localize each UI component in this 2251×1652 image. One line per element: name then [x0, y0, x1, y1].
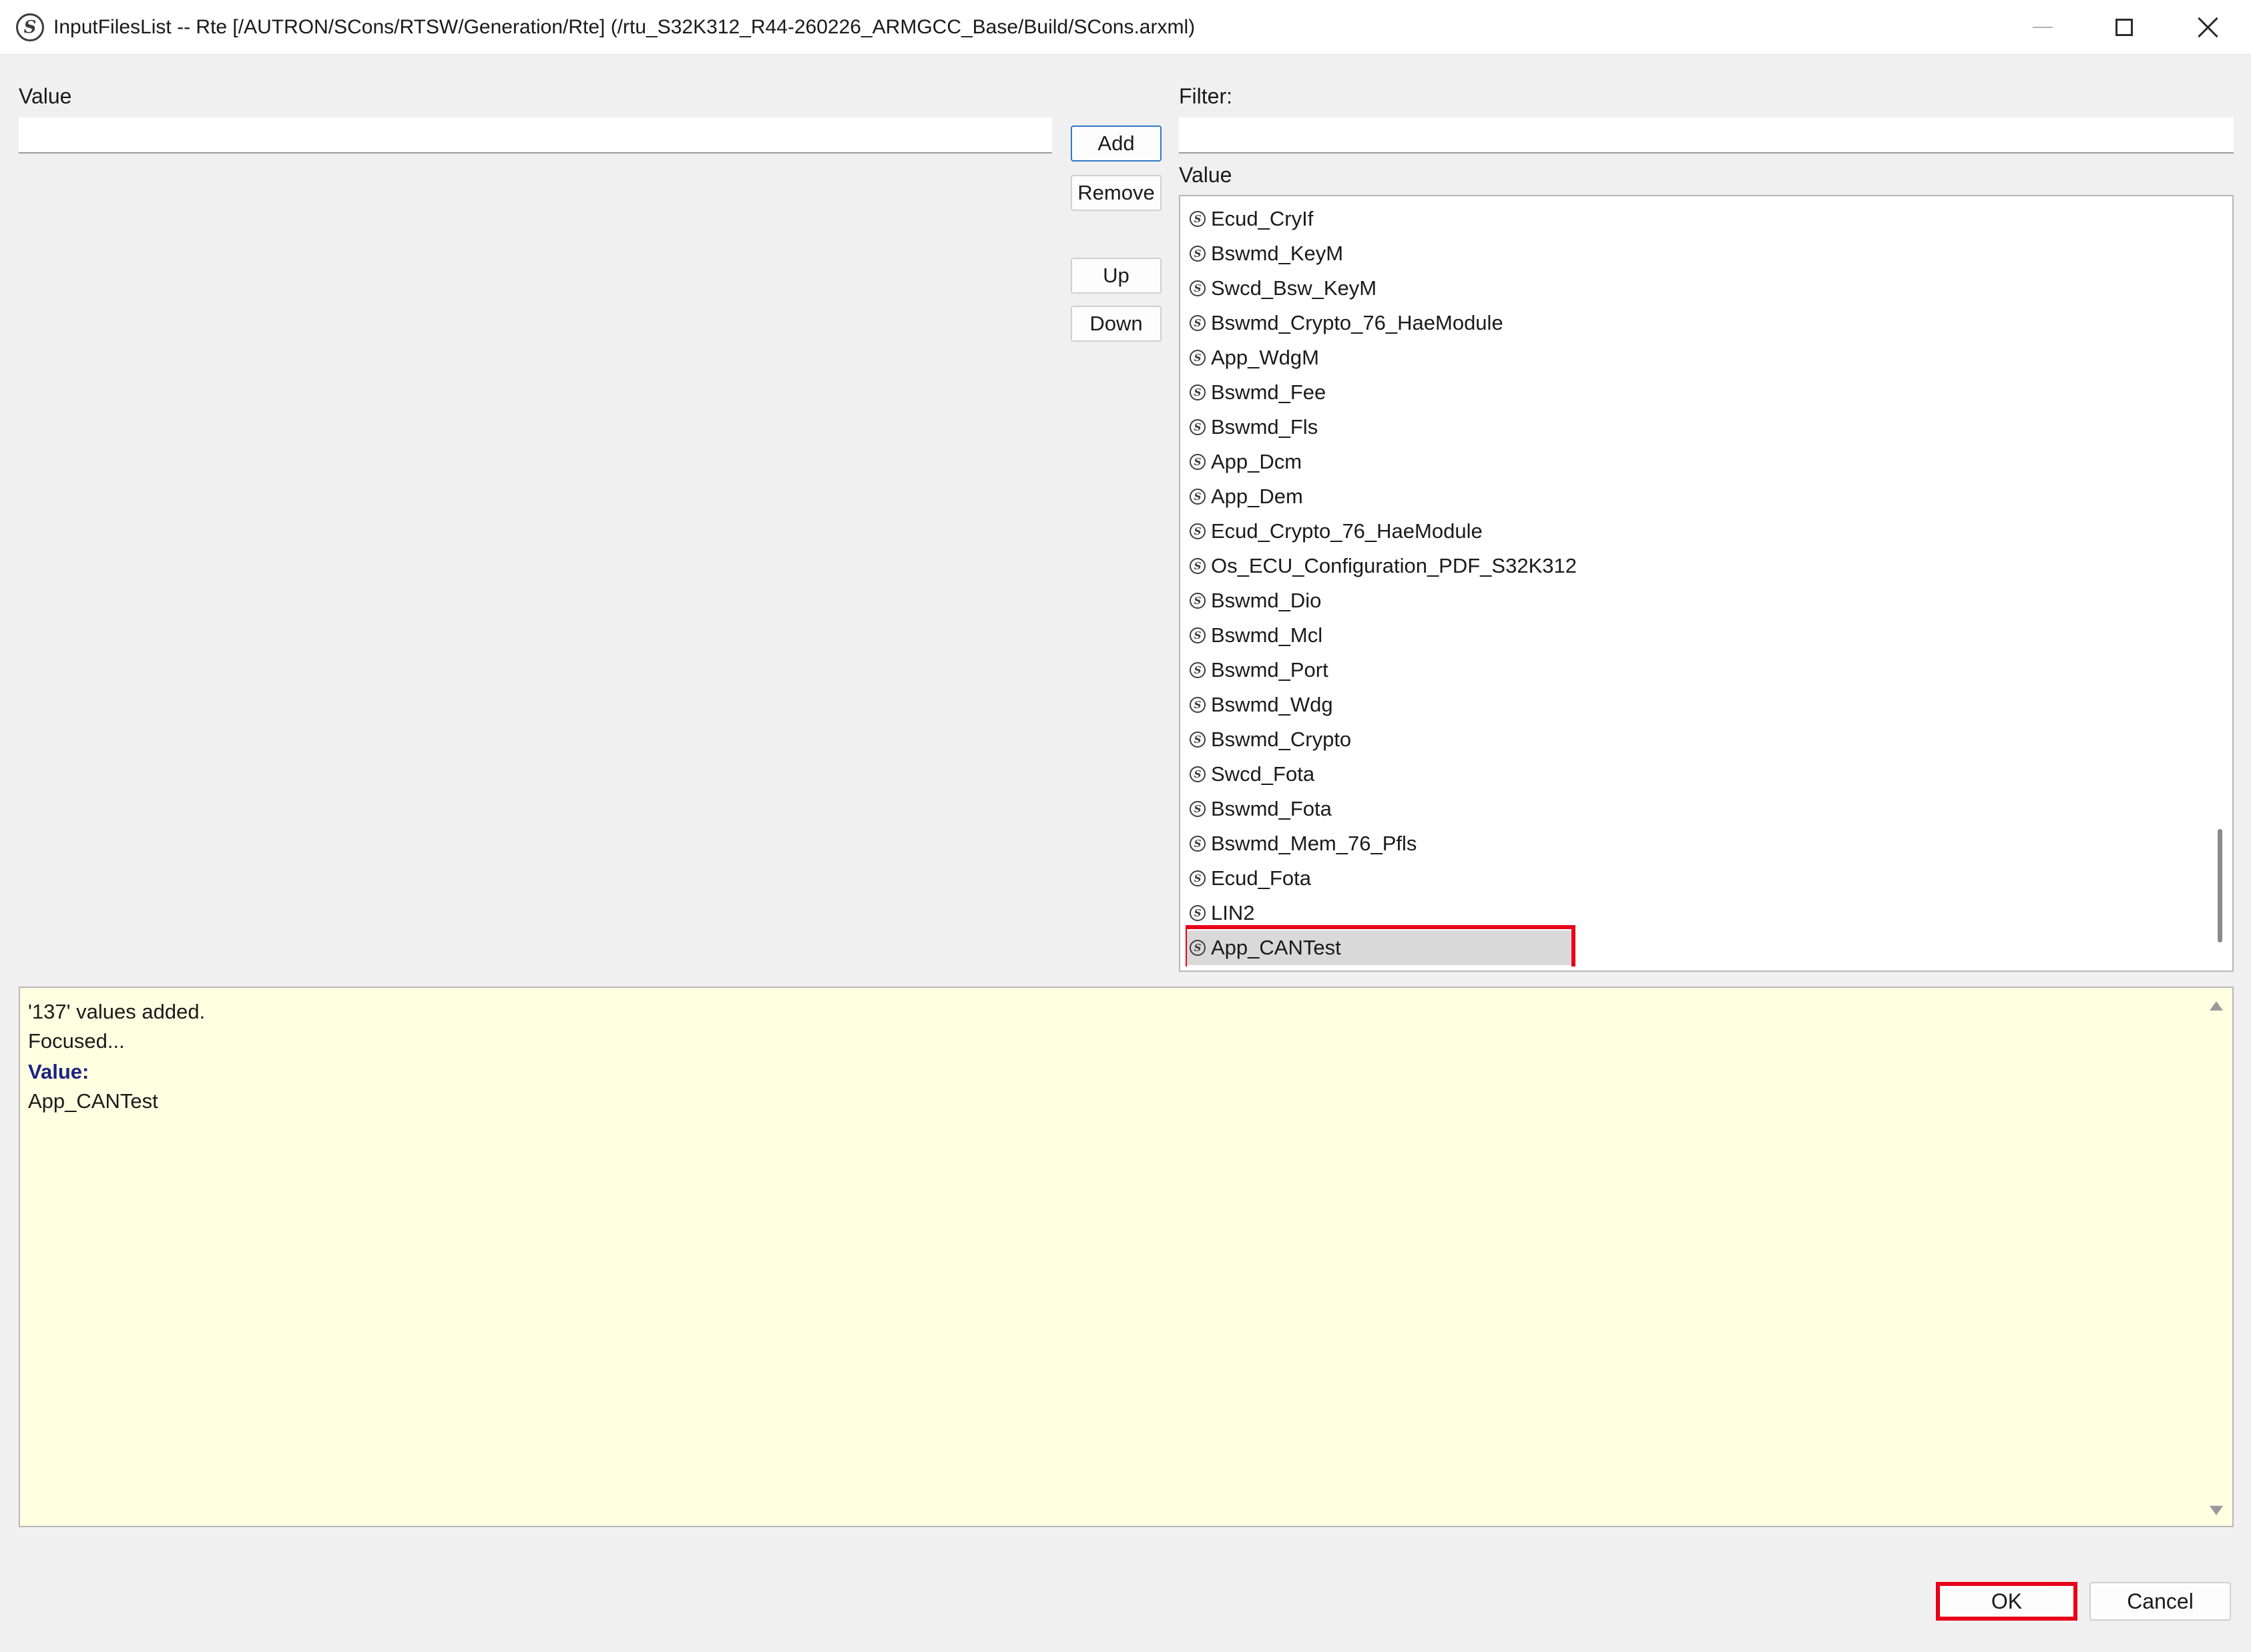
list-item[interactable]: S Os_ECU_Configuration_PDF_S32K312 — [1186, 549, 2180, 583]
list-item-label: Bswmd_Crypto_76_HaeModule — [1211, 311, 1503, 334]
module-icon: S — [1190, 870, 1206, 886]
list-item[interactable]: S Bswmd_Fls — [1186, 410, 2180, 445]
list-item[interactable]: S Bswmd_Port — [1186, 653, 2180, 687]
cancel-button[interactable]: Cancel — [2089, 1582, 2231, 1621]
list-header: Value — [1179, 163, 1232, 187]
value-list[interactable]: S Ecud_CryIf S Bswmd_KeyM S Swcd_Bsw_KeyM S Bsw… — [1179, 195, 2234, 972]
app-icon: S — [16, 13, 44, 41]
module-icon: S — [1190, 836, 1206, 852]
list-scrollbar[interactable] — [2212, 202, 2227, 967]
list-item[interactable]: S Bswmd_Mcl — [1186, 618, 2180, 653]
module-icon: S — [1190, 558, 1206, 574]
module-icon: S — [1190, 280, 1206, 296]
list-item-label: Bswmd_KeyM — [1211, 242, 1344, 265]
module-icon: S — [1190, 662, 1206, 678]
scroll-up-icon[interactable] — [2210, 1001, 2223, 1011]
info-pane: '137' values added. Focused... Value: Ap… — [19, 987, 2234, 1527]
filter-input[interactable] — [1179, 117, 2234, 154]
list-item[interactable]: S Ecud_Crypto_76_HaeModule — [1186, 514, 2180, 549]
info-values-added: '137' values added. — [28, 1000, 206, 1023]
module-icon: S — [1190, 211, 1206, 227]
list-item[interactable]: S Bswmd_Crypto_76_HaeModule — [1186, 306, 2180, 340]
module-icon: S — [1190, 801, 1206, 817]
list-item-label: Bswmd_Mem_76_Pfls — [1211, 832, 1417, 855]
list-item-label: Bswmd_Fls — [1211, 415, 1318, 439]
list-item-label: App_WdgM — [1211, 346, 1319, 369]
info-scrollbar[interactable] — [2207, 995, 2226, 1522]
list-item[interactable]: S Bswmd_Fee — [1186, 375, 2180, 410]
minimize-icon — [2033, 27, 2053, 28]
list-scrollbar-thumb[interactable] — [2218, 829, 2222, 942]
module-icon: S — [1190, 732, 1206, 748]
list-item-label: Bswmd_Dio — [1211, 589, 1322, 612]
close-button[interactable] — [2166, 0, 2251, 55]
add-button[interactable]: Add — [1071, 125, 1162, 162]
maximize-button[interactable] — [2081, 0, 2167, 55]
module-icon: S — [1190, 593, 1206, 609]
list-item[interactable]: S Ecud_CryIf — [1186, 202, 2180, 236]
list-item[interactable]: S Ecud_Fota — [1186, 861, 2180, 896]
maximize-icon — [2115, 19, 2133, 36]
module-icon: S — [1190, 697, 1206, 713]
list-item-label: Os_ECU_Configuration_PDF_S32K312 — [1211, 554, 1577, 577]
list-item[interactable]: S App_Dcm — [1186, 445, 2180, 479]
minimize-button[interactable] — [2000, 0, 2085, 55]
list-item[interactable]: S Bswmd_Mem_76_Pfls — [1186, 826, 2180, 861]
module-icon: S — [1190, 905, 1206, 921]
ok-button[interactable]: OK — [1936, 1582, 2077, 1621]
up-button[interactable]: Up — [1071, 258, 1162, 294]
module-icon: S — [1190, 246, 1206, 262]
close-icon — [2198, 17, 2219, 38]
list-item-label: Bswmd_Wdg — [1211, 693, 1333, 716]
window-title: InputFilesList -- Rte [/AUTRON/SCons/RTS… — [53, 16, 1196, 38]
scroll-down-icon[interactable] — [2210, 1506, 2223, 1515]
list-item[interactable]: S Swcd_Bsw_KeyM — [1186, 271, 2180, 306]
filter-label: Filter: — [1179, 84, 1232, 108]
list-item-label: Bswmd_Fota — [1211, 797, 1332, 820]
list-item[interactable]: S Bswmd_Dio — [1186, 583, 2180, 618]
list-item-label: Bswmd_Fee — [1211, 380, 1326, 404]
list-item-label: App_CANTest — [1211, 936, 1341, 959]
info-value-text: App_CANTest — [28, 1089, 158, 1113]
list-item-label: App_Dem — [1211, 485, 1303, 508]
list-item-label: LIN2 — [1211, 901, 1255, 924]
value-label: Value — [19, 84, 72, 108]
list-item[interactable]: S LIN2 — [1186, 896, 2180, 930]
module-icon: S — [1190, 766, 1206, 782]
list-item[interactable]: S App_CANTest — [1186, 925, 1575, 967]
list-item-label: Bswmd_Crypto — [1211, 728, 1352, 751]
module-icon: S — [1190, 454, 1206, 470]
list-item[interactable]: S Swcd_Fota — [1186, 757, 2180, 792]
list-item[interactable]: S App_Dem — [1186, 479, 2180, 514]
module-icon: S — [1190, 940, 1206, 956]
list-item-label: Swcd_Fota — [1211, 762, 1315, 786]
list-item[interactable]: S Bswmd_Fota — [1186, 792, 2180, 826]
down-button[interactable]: Down — [1071, 306, 1162, 342]
info-focused: Focused... — [28, 1029, 125, 1053]
list-item[interactable]: S Bswmd_Crypto — [1186, 722, 2180, 757]
list-item-label: App_Dcm — [1211, 450, 1302, 473]
list-item[interactable]: S Bswmd_Wdg — [1186, 687, 2180, 722]
value-input[interactable] — [19, 117, 1052, 154]
list-item-label: Ecud_Crypto_76_HaeModule — [1211, 519, 1483, 543]
value-list-items: S Ecud_CryIf S Bswmd_KeyM S Swcd_Bsw_KeyM S Bsw… — [1186, 202, 2180, 967]
list-item[interactable]: S Bswmd_KeyM — [1186, 236, 2180, 271]
module-icon: S — [1190, 419, 1206, 435]
list-item-label: Ecud_Fota — [1211, 866, 1311, 890]
remove-button[interactable]: Remove — [1071, 175, 1162, 211]
module-icon: S — [1190, 523, 1206, 539]
info-value-heading: Value: — [28, 1060, 89, 1083]
module-icon: S — [1190, 627, 1206, 643]
list-item-label: Bswmd_Port — [1211, 658, 1328, 681]
module-icon: S — [1190, 489, 1206, 505]
list-item-label: Swcd_Bsw_KeyM — [1211, 276, 1377, 300]
module-icon: S — [1190, 315, 1206, 331]
list-item[interactable]: S App_WdgM — [1186, 340, 2180, 375]
module-icon: S — [1190, 350, 1206, 366]
module-icon: S — [1190, 384, 1206, 400]
title-bar: S InputFilesList -- Rte [/AUTRON/SCons/R… — [0, 0, 2251, 55]
list-item-label: Bswmd_Mcl — [1211, 623, 1323, 647]
list-item-label: Ecud_CryIf — [1211, 207, 1314, 230]
